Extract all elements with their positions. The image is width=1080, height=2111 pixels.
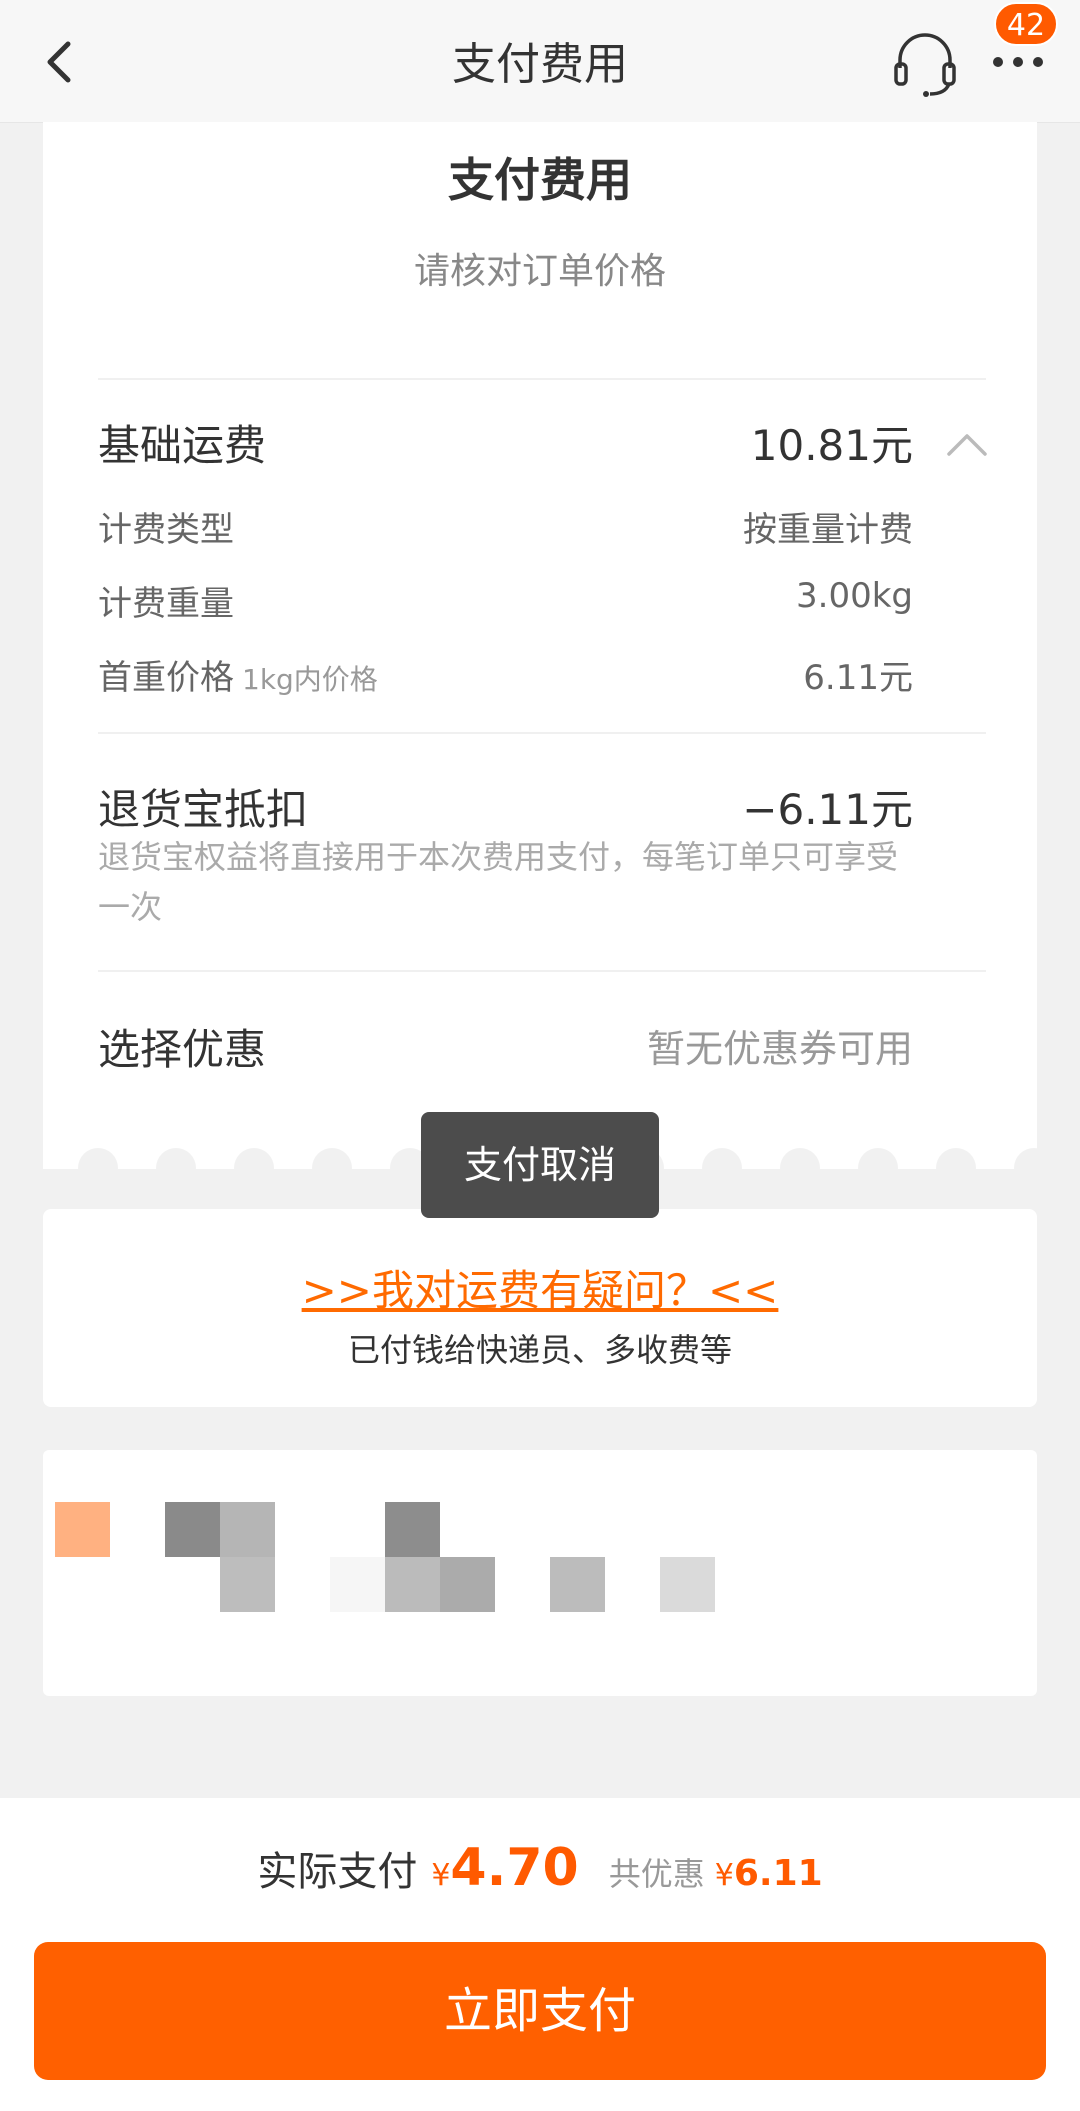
coupon-value[interactable]: 暂无优惠券可用 — [647, 1018, 913, 1073]
actual-pay-amount: 4.70 — [450, 1838, 579, 1898]
customer-service-button[interactable] — [890, 28, 960, 98]
divider — [98, 732, 986, 734]
currency-symbol: ¥ — [431, 1858, 451, 1893]
pixel-block — [220, 1557, 275, 1612]
currency-symbol: ¥ — [714, 1858, 734, 1893]
billing-weight-label: 计费重量 — [98, 584, 234, 624]
pay-now-button[interactable]: 立即支付 — [34, 1942, 1046, 2080]
billing-type-label: 计费类型 — [98, 510, 234, 550]
billing-weight-value: 3.00kg — [796, 576, 913, 616]
coupon-label[interactable]: 选择优惠 — [98, 1016, 266, 1077]
base-fee-label: 基础运费 — [98, 421, 267, 470]
pixel-block — [330, 1557, 385, 1612]
top-nav-bar: 支付费用 42 — [0, 0, 1080, 123]
fee-question-link[interactable]: >>我对运费有疑问？<< — [43, 1257, 1037, 1318]
pixel-block — [660, 1557, 715, 1612]
divider — [98, 970, 986, 972]
headset-icon — [894, 33, 956, 97]
return-deduction-value: −6.11元 — [742, 785, 913, 834]
obscured-content-card — [43, 1450, 1037, 1696]
more-dots-icon — [993, 57, 1043, 67]
toast-message: 支付取消 — [421, 1112, 659, 1218]
pixel-block — [440, 1557, 495, 1612]
first-weight-price-hint: 1kg内价格 — [242, 663, 378, 696]
collapse-toggle[interactable] — [943, 424, 991, 464]
card-subtitle: 请核对订单价格 — [413, 251, 666, 292]
fee-question-card: >>我对运费有疑问？<< 已付钱给快递员、多收费等 — [43, 1209, 1037, 1407]
pixel-block — [385, 1557, 440, 1612]
discount-amount: 6.11 — [733, 1853, 823, 1894]
more-button[interactable] — [988, 40, 1048, 80]
message-count-badge: 42 — [994, 2, 1058, 46]
discount-label: 共优惠 — [608, 1855, 705, 1893]
chevron-up-icon — [947, 434, 987, 456]
billing-type-value: 按重量计费 — [743, 510, 913, 550]
fee-card: 支付费用 请核对订单价格 基础运费 10.81元 计费类型 按重量计费 计费重量… — [43, 122, 1037, 1169]
pixel-block — [220, 1502, 275, 1557]
return-deduction-label: 退货宝抵扣 — [98, 785, 309, 834]
first-weight-price-value: 6.11元 — [803, 658, 913, 698]
divider — [98, 378, 986, 380]
first-weight-price-label: 首重价格 1kg内价格 — [98, 650, 378, 699]
return-deduction-desc: 退货宝权益将直接用于本次费用支付，每笔订单只可享受一次 — [98, 838, 899, 926]
fee-question-desc: 已付钱给快递员、多收费等 — [347, 1331, 732, 1369]
pixel-block — [385, 1502, 440, 1557]
base-fee-value: 10.81元 — [750, 421, 913, 470]
pixel-block — [550, 1557, 605, 1612]
pixel-block — [55, 1502, 110, 1557]
card-title: 支付费用 — [448, 153, 632, 207]
actual-pay-label: 实际支付 — [257, 1849, 418, 1895]
first-weight-price-text: 首重价格 — [98, 658, 234, 698]
payment-summary: 实际支付 ¥4.70 共优惠 ¥6.11 — [0, 1838, 1080, 1898]
pixel-block — [165, 1502, 220, 1557]
